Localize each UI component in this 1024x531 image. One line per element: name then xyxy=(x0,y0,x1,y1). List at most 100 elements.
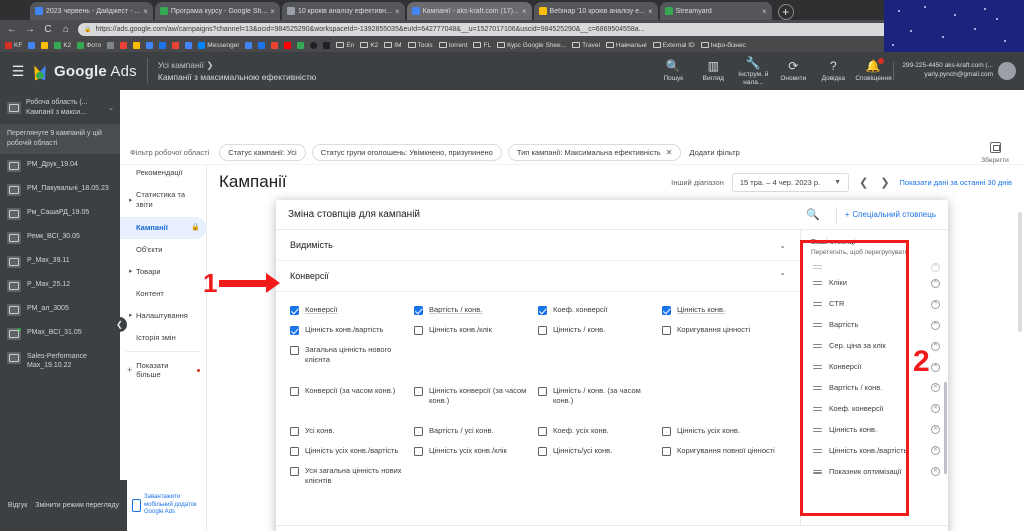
section-conversions[interactable]: Конверсії ⌃ xyxy=(276,261,800,292)
checkbox-icon[interactable] xyxy=(290,326,299,336)
remove-circle-icon[interactable]: ✕ xyxy=(931,425,940,435)
bookmark-folder[interactable]: Travel xyxy=(572,42,600,49)
checkbox-icon[interactable] xyxy=(290,446,299,456)
remove-circle-icon[interactable]: ✕ xyxy=(931,299,940,309)
bookmark-folder[interactable]: Навчальні xyxy=(605,42,647,49)
bookmark-folder[interactable]: FL xyxy=(473,42,491,49)
browser-tab[interactable]: 10 кроків аналізу ефективн... × xyxy=(281,2,405,20)
last-30-days-link[interactable]: Показати дані за останні 30 днів xyxy=(900,178,1012,187)
add-filter-button[interactable]: Додати фільтр xyxy=(687,148,739,157)
checkbox-row[interactable]: Цінність конв./вартість xyxy=(290,320,414,340)
checkbox-icon[interactable] xyxy=(290,346,299,356)
checkbox-row[interactable]: Усі конв. xyxy=(290,421,414,441)
checkbox-row[interactable]: Вартість / усі конв. xyxy=(414,421,538,441)
bookmark-folder[interactable]: torrent xyxy=(438,42,467,49)
bookmark-folder[interactable]: En xyxy=(336,42,354,49)
browser-tab[interactable]: Програма курсу - Google Sh... × xyxy=(154,2,280,20)
checkbox-row[interactable]: Цінність усіх конв. xyxy=(662,421,786,441)
chevron-up-icon[interactable]: ⌃ xyxy=(779,272,786,281)
checkbox-row[interactable]: Уся загальна цінність нових клієнтів xyxy=(290,461,414,491)
bookmark-folder[interactable]: External ID xyxy=(652,42,695,49)
checkbox-icon[interactable] xyxy=(290,426,299,436)
checkbox-icon[interactable] xyxy=(662,446,671,456)
view-button[interactable]: ▥ Вигляд xyxy=(693,59,733,82)
section-visibility[interactable]: Видимість ⌄ xyxy=(276,230,800,261)
checkbox-row[interactable]: Цінність конверсії (за часом конв.) xyxy=(414,381,538,411)
checkbox-icon[interactable] xyxy=(414,306,423,315)
bookmark-item[interactable] xyxy=(28,41,36,49)
checkbox-icon[interactable] xyxy=(290,467,299,476)
checkbox-icon[interactable] xyxy=(290,306,299,315)
hamburger-icon[interactable]: ☰ xyxy=(8,63,28,80)
bookmark-folder[interactable]: Tools xyxy=(407,42,433,49)
search-button[interactable]: 🔍 Пошук xyxy=(653,59,693,82)
nav-item-insights-reports[interactable]: ▸ Статистика та звіти xyxy=(120,184,206,216)
bookmark-item[interactable] xyxy=(323,41,331,49)
date-next-button[interactable]: ❯ xyxy=(878,176,891,189)
page-scrollbar[interactable] xyxy=(1018,212,1022,332)
checkbox-row[interactable]: Цінність / конв. (за часом конв.) xyxy=(538,381,662,411)
sidebar-collapse-button[interactable]: ❮ xyxy=(112,317,127,332)
bookmark-item[interactable] xyxy=(133,41,141,49)
date-range-select[interactable]: 15 тра. – 4 чер. 2023 р. ▼ xyxy=(731,172,850,192)
bookmark-item[interactable] xyxy=(297,41,305,49)
bookmark-item[interactable] xyxy=(146,41,154,49)
nav-item-products[interactable]: ▸ Товари xyxy=(120,261,206,283)
checkbox-row[interactable]: Конверсії xyxy=(290,300,414,320)
bookmark-item[interactable] xyxy=(245,41,253,49)
checkbox-row[interactable]: Цінність / конв. xyxy=(538,320,662,340)
bookmark-item[interactable]: Messenger xyxy=(198,41,239,49)
checkbox-icon[interactable] xyxy=(290,386,299,396)
bookmark-item[interactable]: KF xyxy=(5,41,22,49)
chevron-down-icon[interactable]: ⌄ xyxy=(108,104,114,112)
sidebar-campaign-item[interactable]: Ремк_ВСІ_30.05 xyxy=(0,226,120,250)
checkbox-icon[interactable] xyxy=(538,446,547,456)
bookmark-item[interactable] xyxy=(185,41,193,49)
checkbox-icon[interactable] xyxy=(662,326,671,336)
remove-circle-icon[interactable]: ✕ xyxy=(931,383,940,393)
breadcrumb[interactable]: Усі кампанії ❯ Кампанії з максимальною е… xyxy=(158,59,316,84)
workspace-selector[interactable]: Робоча область (... Кампанії з макси... … xyxy=(0,92,120,124)
google-ads-logo[interactable]: Google Ads xyxy=(29,63,137,81)
browser-tab[interactable]: Вебінар '10 кроків аналізу е... × xyxy=(533,2,658,20)
sidebar-campaign-item[interactable]: Sales-Performance Max_19.10.22 xyxy=(0,346,120,377)
remove-circle-icon[interactable]: ✕ xyxy=(931,341,940,351)
remove-circle-icon[interactable]: ✕ xyxy=(931,467,940,477)
checkbox-row[interactable]: Цінність конв./клік xyxy=(414,320,538,340)
close-icon[interactable]: ✕ xyxy=(666,148,673,157)
checkbox-icon[interactable] xyxy=(414,446,423,456)
bookmark-item[interactable] xyxy=(120,41,128,49)
chevron-down-icon[interactable]: ⌄ xyxy=(779,241,786,250)
sidebar-campaign-item[interactable]: P_Max_25.12 xyxy=(0,274,120,298)
remove-circle-icon[interactable]: ✕ xyxy=(931,404,940,414)
nav-item-change-history[interactable]: Історія змін xyxy=(120,327,206,349)
bookmark-item[interactable] xyxy=(310,41,318,49)
nav-item-content[interactable]: Контент xyxy=(120,283,206,305)
bookmark-folder[interactable]: Курс Google Shee... xyxy=(497,42,566,49)
forward-icon[interactable]: → xyxy=(24,24,36,35)
checkbox-icon[interactable] xyxy=(414,426,423,436)
checkbox-icon[interactable] xyxy=(538,426,547,436)
new-tab-button[interactable]: + xyxy=(777,4,794,20)
filter-chip-campaign-status[interactable]: Статус кампанії: Усі xyxy=(219,143,306,161)
bookmark-item[interactable] xyxy=(159,41,167,49)
bookmark-item[interactable] xyxy=(258,41,266,49)
nav-show-more-button[interactable]: + Показати більше xyxy=(120,354,206,386)
checkbox-icon[interactable] xyxy=(538,386,547,396)
sidebar-campaign-item[interactable]: PM_Пакувальні_18.05.23 xyxy=(0,178,120,202)
bookmark-item[interactable] xyxy=(41,41,49,49)
nav-item-assets[interactable]: Об'єкти xyxy=(120,239,206,261)
remove-circle-icon[interactable]: ✕ xyxy=(931,362,940,372)
checkbox-icon[interactable] xyxy=(662,306,671,315)
bookmark-folder[interactable]: Інфо-бізнес xyxy=(700,42,746,49)
bookmark-folder[interactable]: IM xyxy=(384,42,402,49)
sidebar-campaign-item[interactable]: Рм_СашаРД_19.05 xyxy=(0,202,120,226)
checkbox-row[interactable]: Цінність конв. xyxy=(662,300,786,320)
remove-circle-icon[interactable]: ✕ xyxy=(931,320,940,330)
bookmark-folder[interactable]: K2 xyxy=(360,42,378,49)
bookmark-item[interactable] xyxy=(271,41,279,49)
filter-chip-adgroup-status[interactable]: Статус групи оголошень: Увімкнено, призу… xyxy=(311,143,502,161)
browser-tab[interactable]: Streamyard × xyxy=(659,2,772,20)
filter-chip-campaign-type[interactable]: Тип кампанії: Максимальна ефективність ✕ xyxy=(507,143,682,161)
tab-close-icon[interactable]: × xyxy=(270,7,275,16)
